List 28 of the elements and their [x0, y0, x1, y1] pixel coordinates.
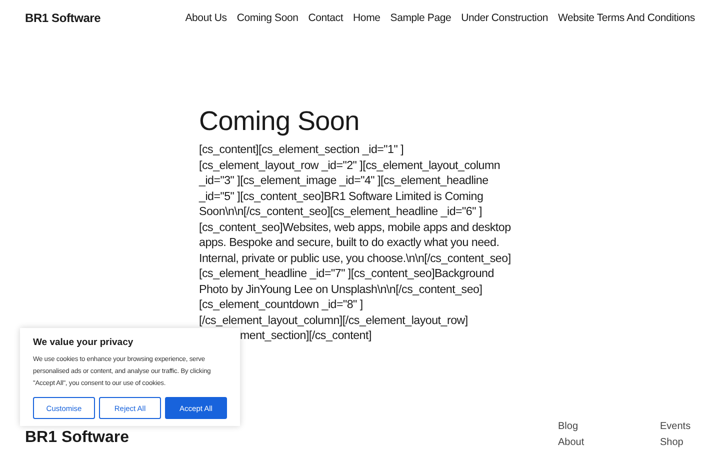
content-text: [cs_element_headline _id="7" ][cs_content_seo]Background: [199, 266, 495, 282]
content-text: [cs_content_seo]Websites, web apps, mobile apps and desktop: [199, 220, 512, 235]
nav-link[interactable]: Contact: [308, 12, 344, 24]
content-text: ment_section][/cs_content]: [239, 328, 372, 344]
content-text: [cs_element_countdown _id="8" ]: [199, 297, 364, 312]
nav-link[interactable]: Sample Page: [390, 12, 452, 24]
footer-link[interactable]: Blog: [558, 421, 660, 433]
content-text: [cs_content][cs_element_section _id="1" ]: [199, 142, 405, 158]
content-text: apps. Bespoke and secure, built to do exactly what you need.: [199, 235, 500, 250]
footer-link[interactable]: About: [558, 437, 660, 449]
nav-link[interactable]: Coming Soon: [236, 12, 298, 24]
footer-title: BR1 Software: [25, 428, 130, 448]
footer-link[interactable]: Shop: [660, 437, 720, 449]
nav-link[interactable]: About Us: [185, 12, 227, 24]
content-text: Photo by JinYoung Lee on Unsplash\n\n[/cs_content_seo]: [199, 282, 484, 297]
content-text: Internal, private or public use, you choose.\n\n[/cs_content_seo]: [199, 250, 512, 266]
content-text: [cs_element_layout_row _id="2" ][cs_element_layout_column: [199, 158, 502, 173]
content-text: Soon\n\n[/cs_content_seo][cs_element_headline _id="6" ]: [199, 204, 483, 220]
nav-link[interactable]: Under Construction: [461, 12, 548, 24]
content-text: [/cs_element_layout_column][/cs_element_layout_row]: [199, 312, 469, 328]
nav-link[interactable]: Website Terms And Conditions: [558, 12, 695, 24]
nav-link[interactable]: Home: [353, 12, 380, 24]
cookie-title: We value your privacy: [33, 337, 134, 348]
content-text: _id="5" ][cs_content_seo]BR1 Software Limited is Coming: [199, 188, 484, 204]
content-text: _id="3" ][cs_element_image _id="4" ][cs_element_headline: [199, 173, 490, 188]
site-title[interactable]: BR1 Software: [25, 11, 101, 25]
page-title: Coming Soon: [199, 105, 360, 138]
footer-link[interactable]: Events: [660, 421, 720, 433]
